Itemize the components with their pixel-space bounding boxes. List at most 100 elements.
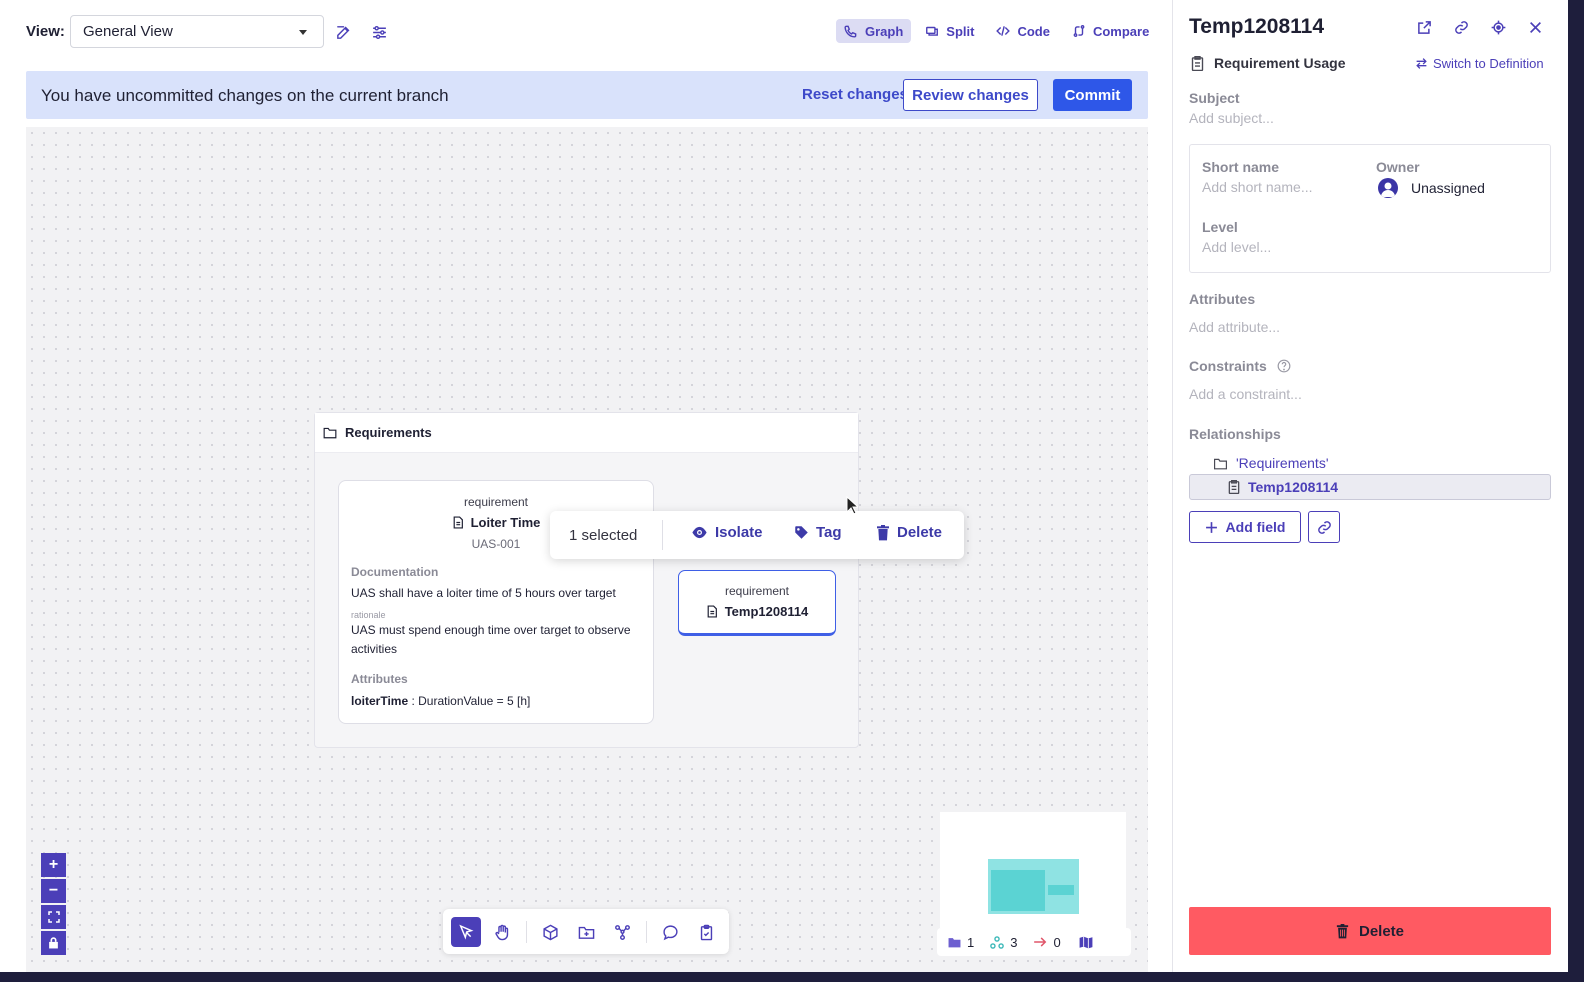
commit-button[interactable]: Commit — [1053, 79, 1132, 111]
add-requirement-tool[interactable] — [691, 917, 721, 947]
select-tool[interactable] — [451, 917, 481, 947]
tag-button[interactable]: Tag — [794, 524, 842, 541]
pencil-icon — [336, 25, 349, 39]
documentation-text: UAS shall have a loiter time of 5 hours … — [351, 586, 616, 600]
attributes-label: Attributes — [1189, 291, 1256, 307]
clipboard-icon — [1191, 55, 1204, 71]
element-type: Requirement Usage — [1214, 55, 1346, 71]
chevron-down-icon — [299, 30, 307, 35]
link-icon — [1454, 20, 1468, 34]
view-select[interactable]: General View — [70, 15, 324, 48]
delete-selection-button[interactable]: Delete — [876, 524, 942, 541]
zoom-in-button[interactable]: + — [41, 853, 66, 877]
owner-value: Unassigned — [1411, 180, 1485, 196]
map-toggle-button[interactable] — [1079, 936, 1093, 949]
add-connection-tool[interactable] — [607, 917, 637, 947]
pan-tool[interactable] — [487, 917, 517, 947]
document-icon — [707, 605, 717, 618]
tab-compare[interactable]: Compare — [1064, 19, 1157, 43]
relationship-parent[interactable]: 'Requirements' — [1213, 455, 1329, 471]
short-name-input[interactable]: Add short name... — [1202, 179, 1313, 195]
hand-icon — [494, 924, 508, 940]
delete-element-button[interactable]: Delete — [1189, 907, 1551, 955]
compare-icon — [1073, 25, 1085, 37]
add-part-tool[interactable] — [535, 917, 565, 947]
view-settings-button[interactable] — [367, 20, 391, 44]
switch-to-definition-link[interactable]: Switch to Definition — [1415, 56, 1544, 71]
open-external-button[interactable] — [1414, 17, 1434, 37]
lock-button[interactable] — [41, 931, 66, 955]
tag-label: Tag — [816, 524, 842, 541]
isolate-label: Isolate — [715, 524, 763, 541]
tab-code[interactable]: Code — [988, 19, 1058, 43]
edit-view-button[interactable] — [331, 20, 355, 44]
copy-link-button[interactable] — [1451, 17, 1471, 37]
reset-changes-button[interactable]: Reset changes — [802, 86, 908, 103]
uncommitted-banner: You have uncommitted changes on the curr… — [26, 71, 1148, 119]
zoom-out-button[interactable]: − — [41, 879, 66, 903]
add-package-tool[interactable] — [571, 917, 601, 947]
short-name-label: Short name — [1202, 159, 1280, 175]
view-label: View: — [26, 23, 65, 40]
review-changes-button[interactable]: Review changes — [903, 79, 1038, 111]
tab-graph-label: Graph — [865, 23, 904, 39]
add-attribute-input[interactable]: Add attribute... — [1189, 319, 1280, 335]
tab-split-label: Split — [946, 23, 975, 39]
subject-input[interactable]: Add subject... — [1189, 110, 1274, 126]
pointer-icon — [459, 924, 474, 940]
cube-icon — [542, 924, 558, 940]
minimap-node — [1048, 885, 1074, 895]
properties-box: Short name Add short name... Owner Unass… — [1189, 144, 1551, 273]
locate-button[interactable] — [1488, 17, 1508, 37]
req2-name: Temp1208114 — [724, 604, 809, 619]
documentation-title: Documentation — [351, 565, 439, 579]
comment-icon — [662, 924, 678, 940]
view-select-value: General View — [83, 23, 173, 40]
delete-element-label: Delete — [1358, 922, 1405, 940]
stat-elements-count: 3 — [1010, 934, 1018, 950]
package-title: Requirements — [345, 425, 432, 440]
selection-popup: 1 selected Isolate Tag Delete — [550, 511, 964, 559]
constraints-header: Constraints — [1189, 358, 1291, 374]
relationship-self[interactable]: Temp1208114 — [1189, 474, 1551, 500]
close-panel-button[interactable] — [1525, 17, 1545, 37]
code-icon — [996, 26, 1011, 36]
properties-panel: Temp1208114 Requirement Usage Switch to … — [1172, 0, 1568, 972]
isolate-button[interactable]: Isolate — [691, 524, 763, 541]
stat-relations: 0 — [1033, 935, 1061, 950]
minimap-package — [988, 859, 1079, 914]
eye-icon — [692, 526, 707, 539]
requirement-card-temp[interactable]: requirement Temp1208114 — [678, 570, 836, 636]
tab-split[interactable]: Split — [917, 19, 982, 43]
subject-label: Subject — [1189, 90, 1240, 106]
comment-tool[interactable] — [655, 917, 685, 947]
plus-icon — [1205, 521, 1217, 533]
elements-icon — [990, 935, 1005, 949]
tab-graph[interactable]: Graph — [836, 19, 912, 43]
tab-compare-label: Compare — [1092, 23, 1150, 39]
relationship-self-label: Temp1208114 — [1248, 479, 1339, 495]
selection-count: 1 selected — [569, 527, 638, 544]
level-input[interactable]: Add level... — [1202, 239, 1271, 255]
popup-divider — [662, 520, 663, 550]
network-icon — [614, 924, 630, 940]
add-constraint-input[interactable]: Add a constraint... — [1189, 386, 1302, 402]
fit-view-button[interactable] — [41, 905, 66, 929]
switch-label: Switch to Definition — [1433, 56, 1544, 71]
split-icon — [926, 26, 939, 36]
add-field-button[interactable]: Add field — [1189, 511, 1301, 543]
rationale-text: UAS must spend enough time over target t… — [351, 623, 631, 656]
add-link-button[interactable] — [1308, 511, 1340, 543]
folder-icon — [323, 427, 337, 439]
minimap[interactable] — [940, 812, 1126, 928]
delete-label: Delete — [897, 524, 943, 541]
owner-select[interactable]: Unassigned — [1378, 178, 1485, 198]
document-icon — [453, 516, 463, 529]
trash-icon — [877, 524, 889, 540]
folder-plus-icon — [578, 926, 594, 939]
package-header: Requirements — [315, 413, 858, 453]
level-label: Level — [1202, 219, 1238, 235]
req2-name-row: Temp1208114 — [679, 604, 835, 619]
help-icon[interactable] — [1277, 359, 1291, 373]
main-area: View: General View Graph Split Code Comp… — [0, 0, 1170, 972]
